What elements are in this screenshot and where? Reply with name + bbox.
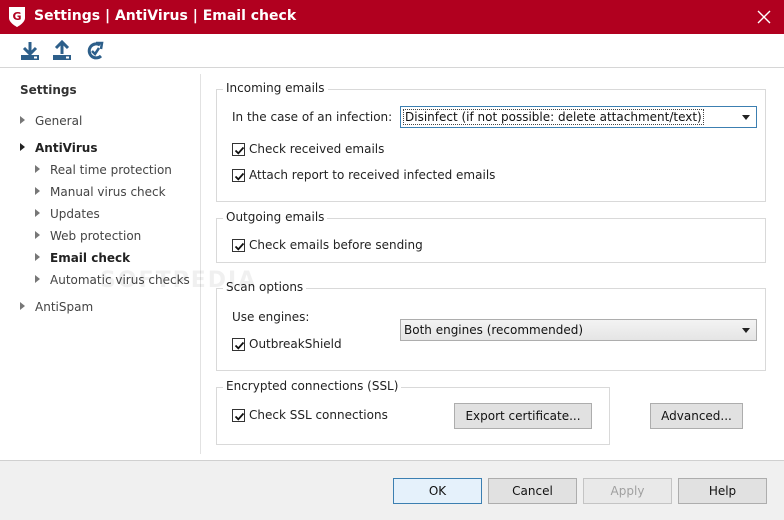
incoming-emails-group: Incoming emails In the case of an infect… [216, 81, 766, 202]
scan-options-group: Scan options Use engines: Both engines (… [216, 280, 766, 371]
use-engines-label: Use engines: [232, 310, 310, 324]
chevron-right-icon [20, 116, 25, 124]
sidebar-item-general[interactable]: General [20, 114, 190, 130]
help-button[interactable]: Help [678, 478, 767, 504]
outgoing-emails-title: Outgoing emails [223, 210, 328, 224]
chevron-down-icon [742, 328, 750, 333]
chevron-right-icon [35, 275, 40, 283]
check-received-emails-checkbox[interactable]: Check received emails [232, 142, 532, 158]
chevron-right-icon [35, 165, 40, 173]
sidebar-item-manual-virus-check[interactable]: Manual virus check [35, 185, 195, 201]
advanced-button[interactable]: Advanced... [650, 403, 743, 429]
ok-button[interactable]: OK [393, 478, 482, 504]
export-certificate-button[interactable]: Export certificate... [454, 403, 592, 429]
engines-select[interactable]: Both engines (recommended) [400, 319, 757, 341]
engines-value: Both engines (recommended) [404, 323, 584, 337]
chevron-expanded-icon [20, 143, 25, 151]
ssl-group: Encrypted connections (SSL) Check SSL co… [216, 379, 610, 445]
cancel-button[interactable]: Cancel [488, 478, 577, 504]
dialog-footer: OK Cancel Apply Help [0, 460, 784, 520]
apply-button[interactable]: Apply [583, 478, 672, 504]
close-icon[interactable] [752, 5, 776, 29]
sidebar-item-email-check[interactable]: Email check [35, 251, 195, 267]
sidebar-divider [200, 74, 201, 454]
chevron-right-icon [20, 302, 25, 310]
outgoing-emails-group: Outgoing emails Check emails before send… [216, 210, 766, 263]
sidebar-heading: Settings [20, 83, 77, 97]
sidebar-item-antispam[interactable]: AntiSpam [20, 300, 190, 316]
gdata-shield-icon: G [7, 6, 27, 28]
ssl-title: Encrypted connections (SSL) [223, 379, 402, 393]
export-icon[interactable] [49, 38, 75, 64]
title-bar: G Settings | AntiVirus | Email check [0, 0, 784, 34]
watermark: SOFTPEDIA [100, 268, 258, 293]
check-ssl-checkbox[interactable]: Check SSL connections [232, 408, 432, 424]
outbreakshield-checkbox[interactable]: OutbreakShield [232, 337, 432, 353]
sidebar-item-updates[interactable]: Updates [35, 207, 195, 223]
chevron-right-icon [35, 231, 40, 239]
sidebar-item-real-time-protection[interactable]: Real time protection [35, 163, 195, 179]
chevron-right-icon [35, 187, 40, 195]
window-title: Settings | AntiVirus | Email check [34, 8, 297, 24]
sidebar-item-web-protection[interactable]: Web protection [35, 229, 195, 245]
attach-report-checkbox[interactable]: Attach report to received infected email… [232, 168, 532, 184]
settings-sidebar: Settings General AntiVirus Real time pro… [0, 68, 200, 460]
import-icon[interactable] [17, 38, 43, 64]
chevron-down-icon [742, 115, 750, 120]
restore-defaults-icon[interactable] [82, 38, 108, 64]
toolbar [0, 34, 784, 68]
sidebar-item-antivirus[interactable]: AntiVirus [20, 141, 190, 157]
infection-action-select[interactable]: Disinfect (if not possible: delete attac… [400, 106, 757, 128]
svg-text:G: G [12, 10, 21, 23]
incoming-emails-title: Incoming emails [223, 81, 328, 95]
chevron-right-icon [35, 253, 40, 261]
infection-action-value: Disinfect (if not possible: delete attac… [403, 109, 704, 125]
chevron-right-icon [35, 209, 40, 217]
infection-action-label: In the case of an infection: [232, 110, 393, 124]
check-before-sending-checkbox[interactable]: Check emails before sending [232, 238, 532, 254]
